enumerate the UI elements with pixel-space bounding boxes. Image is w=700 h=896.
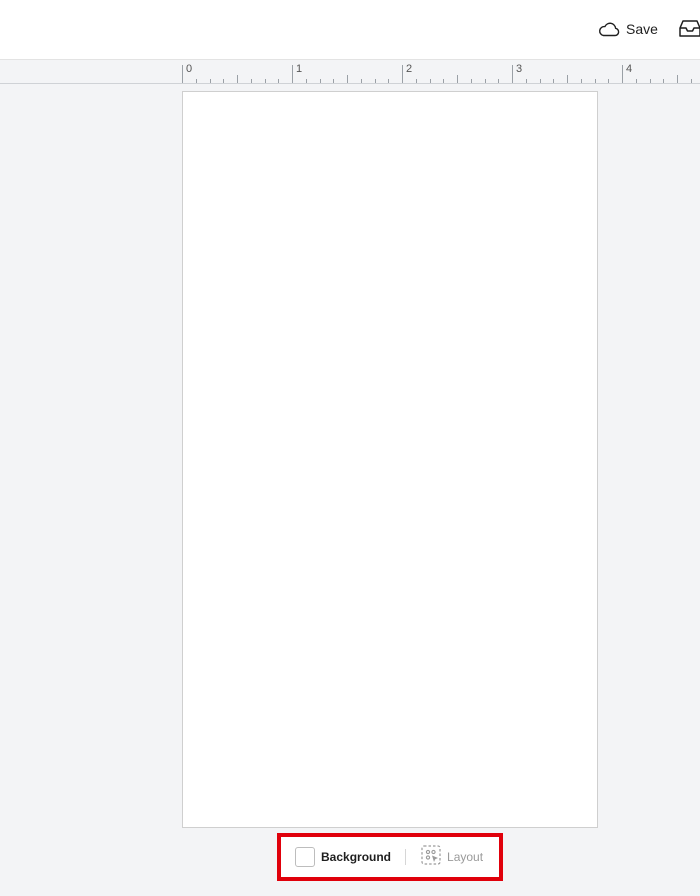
save-button[interactable]: Save [598, 18, 658, 40]
ruler-ticks [182, 65, 692, 83]
inbox-icon [678, 20, 700, 40]
cloud-icon [598, 21, 620, 37]
toolbar-divider [405, 849, 407, 865]
layout-label: Layout [447, 850, 484, 864]
background-color-swatch [295, 847, 315, 867]
top-bar: Save [0, 0, 700, 60]
design-page[interactable] [182, 91, 598, 828]
page-toolbar: Background Layout [281, 837, 499, 877]
ruler-label-1: 1 [296, 63, 303, 75]
layout-select-icon [421, 844, 441, 870]
background-button[interactable]: Background [295, 847, 391, 867]
background-label: Background [321, 850, 392, 864]
ruler-label-2: 2 [406, 63, 413, 75]
inbox-button[interactable] [678, 18, 700, 40]
save-label: Save [626, 21, 658, 37]
layout-button[interactable]: Layout [421, 844, 484, 870]
ruler-label-4: 4 [626, 63, 633, 75]
ruler-label-3: 3 [516, 63, 523, 75]
horizontal-ruler: 0 1 2 3 4 [0, 61, 700, 84]
ruler-label-0: 0 [186, 63, 193, 75]
